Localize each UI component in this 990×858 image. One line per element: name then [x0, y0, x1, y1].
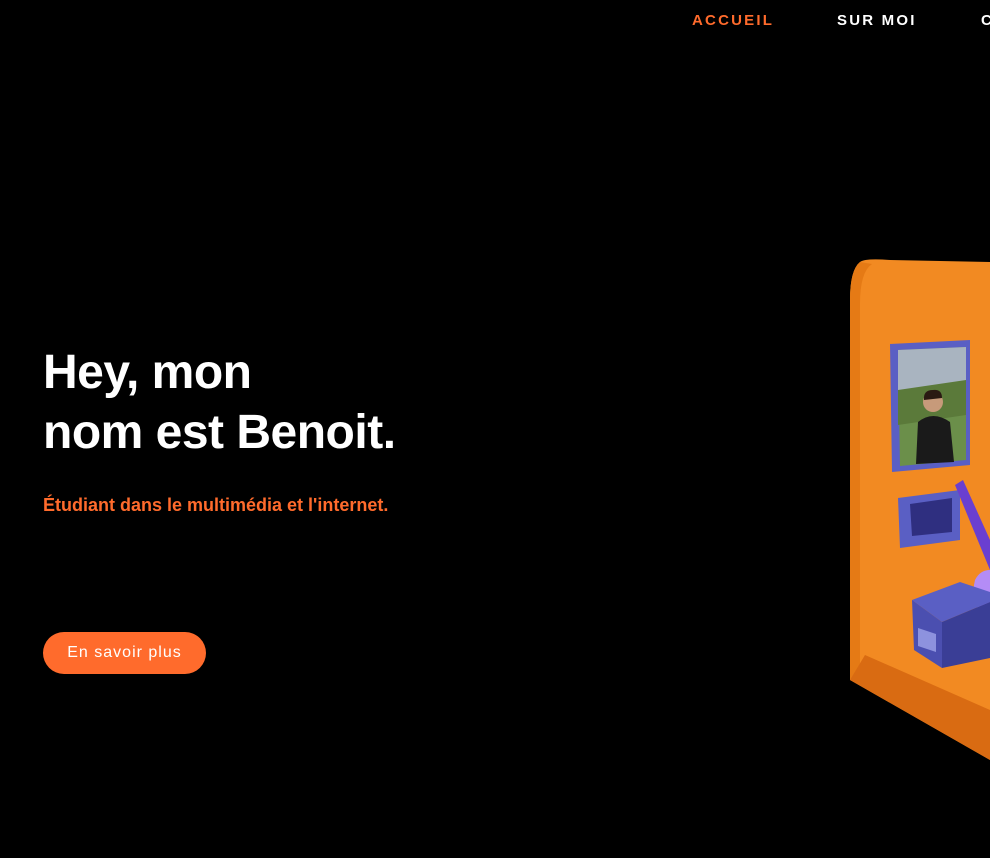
nav-item-sur-moi[interactable]: SUR MOI — [837, 12, 917, 29]
room-illustration-svg — [850, 259, 990, 760]
learn-more-button[interactable]: En savoir plus — [43, 632, 206, 674]
portrait-frame — [890, 340, 970, 472]
main-nav: ACCUEIL SUR MOI C — [0, 12, 990, 34]
hero-title: Hey, mon nom est Benoit. — [43, 343, 396, 463]
small-frame — [898, 490, 960, 548]
hero-title-line-2: nom est Benoit. — [43, 406, 396, 459]
room-illustration — [820, 240, 990, 760]
nav-item-contact[interactable]: C — [981, 12, 990, 29]
hero-title-line-1: Hey, mon — [43, 346, 252, 399]
hero-subtitle: Étudiant dans le multimédia et l'interne… — [43, 495, 389, 515]
page: ACCUEIL SUR MOI C Hey, mon nom est Benoi… — [0, 0, 990, 858]
nav-item-accueil[interactable]: ACCUEIL — [692, 12, 774, 29]
